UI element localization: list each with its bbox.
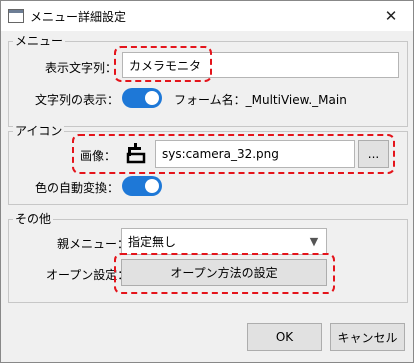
display-text-label: 表示文字列：	[45, 61, 118, 75]
image-path-value: sys:camera_32.png	[162, 147, 279, 161]
display-text-input[interactable]: カメラモニタ	[122, 52, 399, 78]
open-setting-label: オープン設定：	[46, 268, 130, 282]
parent-menu-label: 親メニュー：	[57, 237, 130, 251]
ok-button[interactable]: OK	[247, 323, 322, 351]
menu-group-title: メニュー	[13, 34, 66, 48]
show-text-label: 文字列の表示：	[35, 93, 120, 107]
show-text-toggle[interactable]	[122, 88, 162, 108]
browse-button[interactable]: ...	[358, 140, 389, 168]
image-label: 画像：	[80, 149, 117, 163]
icon-group-title: アイコン	[13, 124, 65, 138]
dialog-window: メニュー詳細設定 ✕ メニュー 表示文字列： カメラモニタ 文字列の表示： フォ…	[0, 0, 414, 363]
display-text-value: カメラモニタ	[129, 58, 202, 73]
close-button[interactable]: ✕	[369, 1, 413, 31]
form-name-text: フォーム名：_MultiView._Main	[174, 93, 347, 107]
cancel-button[interactable]: キャンセル	[330, 323, 405, 351]
auto-color-label: 色の自動変換：	[35, 181, 120, 195]
window-title: メニュー詳細設定	[30, 9, 127, 24]
camera-icon	[123, 142, 147, 164]
parent-menu-select[interactable]: 指定無し ▼	[121, 228, 327, 255]
auto-color-toggle[interactable]	[122, 176, 162, 196]
image-path-input[interactable]: sys:camera_32.png	[155, 140, 355, 168]
chevron-down-icon: ▼	[309, 235, 319, 248]
open-setting-button[interactable]: オープン方法の設定	[121, 259, 327, 286]
parent-menu-value: 指定無し	[128, 235, 177, 249]
other-group-title: その他	[13, 212, 54, 226]
title-bar: メニュー詳細設定 ✕	[1, 1, 413, 31]
window-icon	[8, 9, 24, 23]
